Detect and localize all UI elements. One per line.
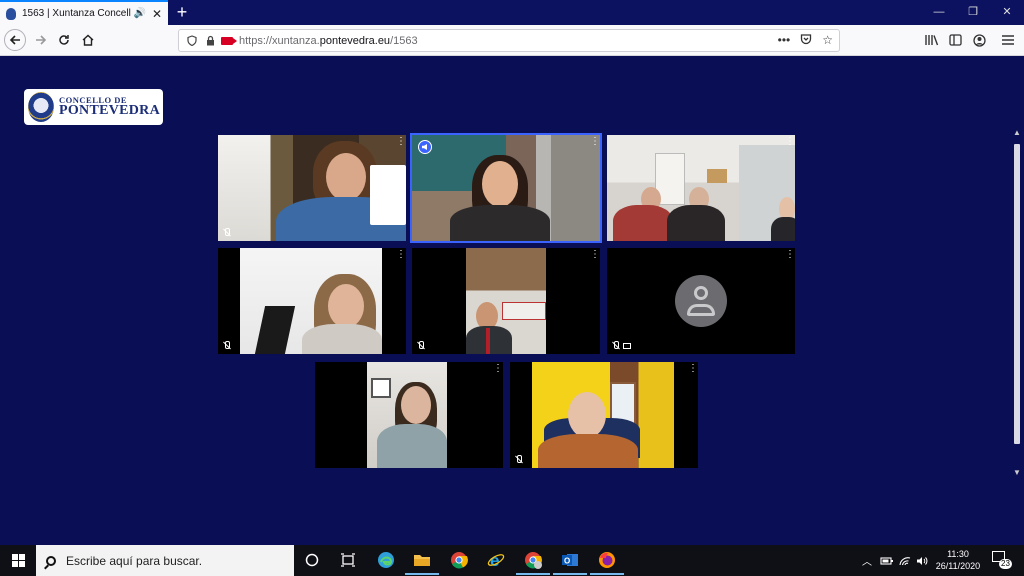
wifi-icon[interactable]	[899, 545, 911, 576]
page-actions-icon[interactable]: •••	[778, 33, 791, 48]
video-tile[interactable]: ⋮	[315, 362, 503, 468]
reload-button[interactable]	[53, 29, 75, 51]
scroll-thumb[interactable]	[1014, 144, 1020, 444]
clock-date: 26/11/2020	[935, 561, 981, 571]
url-text: https://xuntanza.pontevedra.eu/1563	[239, 34, 418, 47]
svg-text:e: e	[490, 551, 499, 569]
tab-title: 1563 | Xuntanza Concello Po	[22, 8, 131, 19]
internet-explorer-icon[interactable]: e	[485, 549, 507, 571]
camera-sharing-icon[interactable]	[221, 36, 237, 45]
reload-icon	[59, 35, 69, 45]
notification-count-badge: 23	[999, 559, 1012, 569]
lock-icon[interactable]	[203, 34, 217, 48]
more-options-icon[interactable]: ⋮	[396, 250, 406, 260]
clock-time: 11:30	[947, 549, 969, 559]
windows-logo-icon	[11, 554, 25, 567]
meeting-page: CONCELLO DE PONTEVEDRA ▲ ▼ ⋮ ⋮ ⋮ ⋮ ⋮ ⋮ ⋮…	[0, 56, 1024, 544]
mic-muted-icon	[222, 228, 231, 237]
home-button[interactable]	[77, 29, 99, 51]
video-tile[interactable]: ⋮	[510, 362, 698, 468]
system-clock[interactable]: 11:30 26/11/2020	[930, 548, 986, 572]
browser-tab[interactable]: 1563 | Xuntanza Concello Po 🔊 ✕	[0, 0, 168, 25]
more-options-icon[interactable]: ⋮	[688, 364, 698, 374]
account-icon[interactable]	[968, 29, 990, 51]
more-options-icon[interactable]: ⋮	[785, 250, 795, 260]
task-view-icon[interactable]	[337, 549, 359, 571]
svg-text:O: O	[564, 557, 570, 566]
edge-browser-icon[interactable]	[375, 549, 397, 571]
new-tab-button[interactable]: +	[174, 2, 190, 22]
mic-muted-icon	[222, 341, 231, 350]
home-icon	[82, 34, 94, 46]
close-window-button[interactable]: ✕	[990, 0, 1024, 25]
concello-logo[interactable]: CONCELLO DE PONTEVEDRA	[24, 89, 163, 125]
search-placeholder: Escribe aquí para buscar.	[66, 553, 203, 568]
outlook-icon[interactable]: O	[553, 549, 587, 575]
search-icon	[46, 555, 56, 566]
video-tile[interactable]: ⋮	[607, 135, 795, 241]
more-options-icon[interactable]: ⋮	[590, 250, 600, 260]
more-options-icon[interactable]: ⋮	[590, 137, 600, 147]
video-tile[interactable]: ⋮	[412, 248, 600, 354]
video-tile[interactable]: ⋮	[218, 135, 406, 241]
battery-icon[interactable]	[880, 545, 894, 576]
browser-tab-strip: 1563 | Xuntanza Concello Po 🔊 ✕ + — ❐ ✕	[0, 0, 1024, 25]
volume-icon[interactable]	[916, 545, 928, 576]
cortana-icon[interactable]	[301, 549, 323, 571]
chrome-profile-icon[interactable]	[516, 549, 550, 575]
scroll-down-icon[interactable]: ▼	[1012, 468, 1022, 478]
logo-line-2: PONTEVEDRA	[59, 103, 161, 119]
page-scrollbar[interactable]: ▲ ▼	[1012, 128, 1022, 478]
user-avatar-icon	[675, 275, 727, 327]
site-favicon-icon	[6, 7, 16, 20]
more-options-icon[interactable]: ⋮	[493, 364, 503, 374]
forward-button[interactable]	[30, 29, 52, 51]
mic-muted-icon	[514, 455, 523, 464]
show-hidden-icons-icon[interactable]: ︿	[862, 545, 872, 576]
forward-arrow-icon	[36, 35, 47, 45]
chrome-icon[interactable]	[448, 549, 470, 571]
back-button[interactable]	[4, 29, 26, 51]
action-center-button[interactable]: 23	[992, 551, 1012, 569]
video-tile[interactable]: ⋮	[218, 248, 406, 354]
minimize-window-button[interactable]: —	[922, 0, 956, 25]
scroll-up-icon[interactable]: ▲	[1012, 128, 1022, 138]
file-explorer-icon[interactable]	[405, 549, 439, 575]
speaker-icon[interactable]: 🔊	[133, 8, 145, 19]
windows-taskbar: Escribe aquí para buscar. e O ︿ 11:30 26…	[0, 545, 1024, 576]
sidebar-toggle-icon[interactable]	[944, 29, 966, 51]
pocket-icon[interactable]	[800, 33, 812, 48]
navigation-toolbar: https://xuntanza.pontevedra.eu/1563 ••• …	[0, 25, 1024, 56]
address-bar[interactable]: https://xuntanza.pontevedra.eu/1563 ••• …	[178, 29, 840, 52]
back-arrow-icon	[9, 35, 20, 45]
taskbar-search-box[interactable]: Escribe aquí para buscar.	[36, 545, 294, 576]
video-tile-camera-off[interactable]: ⋮	[607, 248, 795, 354]
start-button[interactable]	[0, 545, 36, 576]
coat-of-arms-icon	[28, 92, 54, 122]
mic-muted-icon	[416, 341, 425, 350]
firefox-icon[interactable]	[590, 549, 624, 575]
more-options-icon[interactable]: ⋮	[785, 137, 795, 147]
restore-window-button[interactable]: ❐	[956, 0, 990, 25]
bookmark-star-icon[interactable]: ☆	[822, 33, 833, 48]
video-tile-active-speaker[interactable]: ⋮	[410, 133, 602, 243]
speaking-indicator-icon	[418, 140, 432, 154]
close-tab-icon[interactable]: ✕	[152, 7, 162, 21]
more-options-icon[interactable]: ⋮	[396, 137, 406, 147]
mic-muted-icon	[611, 341, 620, 350]
menu-hamburger-icon[interactable]	[997, 29, 1019, 51]
camera-off-icon	[623, 343, 631, 349]
library-icon[interactable]	[921, 29, 943, 51]
tracking-shield-icon[interactable]	[185, 34, 199, 48]
